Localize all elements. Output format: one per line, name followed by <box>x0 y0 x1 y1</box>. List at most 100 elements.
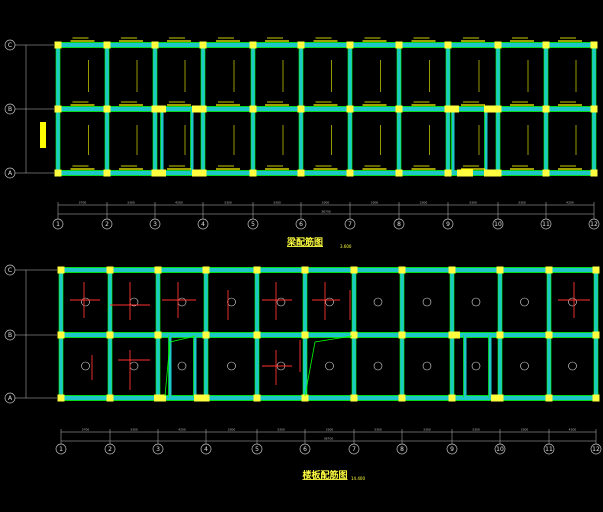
beam-plan-dimensions: 3700 3300 4200 3300 3300 3300 3300 3300 3300 3300… <box>57 201 595 217</box>
column <box>542 169 550 177</box>
column <box>395 41 403 49</box>
slab-mark-circle <box>81 297 90 307</box>
column <box>395 105 403 113</box>
column <box>545 394 553 402</box>
dimension-value: 3300 <box>273 201 281 205</box>
slab-mark-circle <box>520 361 529 371</box>
slab-plan-axis-bubbles: 1 2 3 4 5 6 7 8 9 10 11 12 <box>55 443 602 455</box>
column <box>253 266 261 274</box>
slab-plan-dimensions: 3700 3300 4200 3300 3300 3300 3300 3300 3300 3300… <box>60 428 597 444</box>
column <box>346 41 354 49</box>
column <box>199 41 207 49</box>
slab-mark-circle <box>177 361 187 371</box>
slab-mark-circle <box>227 361 236 371</box>
slab-mark-circle <box>422 297 432 307</box>
secondary-beam <box>451 109 455 173</box>
column <box>154 331 162 339</box>
dimension-value: 3300 <box>469 201 477 205</box>
slab-mark-circle <box>568 361 577 371</box>
axis-label: 2 <box>108 446 112 453</box>
dimension-value: 3300 <box>228 428 236 432</box>
axis-label: 12 <box>590 221 598 228</box>
column <box>484 105 496 113</box>
column <box>457 169 473 177</box>
column <box>592 394 600 402</box>
column <box>57 331 65 339</box>
dimension-value: 3300 <box>277 428 285 432</box>
secondary-beam <box>488 335 492 398</box>
column <box>398 394 406 402</box>
column <box>444 41 452 49</box>
left-beam-note <box>40 122 46 148</box>
column <box>301 331 309 339</box>
column <box>350 394 358 402</box>
row-label: B <box>8 332 12 339</box>
axis-label: 11 <box>542 221 550 228</box>
dimension-value: 4200 <box>569 428 577 432</box>
column <box>592 266 600 274</box>
beam-plan-elevation: 3.600 <box>340 244 352 249</box>
column <box>103 41 111 49</box>
column <box>54 41 62 49</box>
dimension-value: 3300 <box>423 428 431 432</box>
column <box>301 266 309 274</box>
axis-label: 10 <box>494 221 502 228</box>
column <box>253 331 261 339</box>
column <box>194 394 206 402</box>
column <box>542 105 550 113</box>
dimension-value: 3300 <box>518 201 526 205</box>
slab-mark-circle <box>422 361 432 371</box>
slab-mark-circle <box>568 297 577 307</box>
dimension-value: 3700 <box>82 428 90 432</box>
horizontal-beam <box>61 267 596 273</box>
slab-reinforcement-plan: 3700 3300 4200 3300 3300 3300 3300 3300 3300 3300… <box>4 264 602 481</box>
column <box>297 105 305 113</box>
slab-mark-circle <box>325 297 334 307</box>
column <box>202 266 210 274</box>
axis-label: 3 <box>153 221 157 228</box>
column <box>346 105 354 113</box>
column <box>590 169 598 177</box>
row-label: B <box>8 106 12 113</box>
dimension-value: 3300 <box>472 428 480 432</box>
beam-plan-title: 梁配筋图 <box>286 236 323 248</box>
dimension-value: 3300 <box>420 201 428 205</box>
slab-mark-circle <box>177 297 187 307</box>
column <box>491 394 503 402</box>
column <box>448 266 456 274</box>
column <box>484 169 496 177</box>
slab-plan-row-bubbles: C B A <box>4 264 57 404</box>
slab-mark-circle <box>276 297 286 307</box>
slab-mark-circle <box>129 361 139 371</box>
column <box>545 266 553 274</box>
axis-label: 5 <box>255 446 259 453</box>
dimension-value: 3300 <box>326 428 334 432</box>
slab-plan-rebar <box>70 282 590 397</box>
column <box>297 41 305 49</box>
slab-mark-circle <box>471 361 481 371</box>
axis-label: 1 <box>56 221 60 228</box>
dimension-value: 3300 <box>224 201 232 205</box>
secondary-beam <box>463 335 467 398</box>
column <box>590 105 598 113</box>
dimension-value: 4200 <box>566 201 574 205</box>
total-dimension-value: 36700 <box>324 437 334 441</box>
column <box>590 41 598 49</box>
slab-plan-title: 楼板配筋图 <box>302 469 347 481</box>
column <box>450 331 460 339</box>
column <box>57 266 65 274</box>
column <box>249 105 257 113</box>
beam-plan-grid <box>54 41 598 177</box>
column <box>398 266 406 274</box>
axis-label: 9 <box>450 446 454 453</box>
secondary-beam <box>484 109 488 173</box>
slab-mark-circle <box>471 297 481 307</box>
column <box>103 105 111 113</box>
dimension-value: 4200 <box>175 201 183 205</box>
column <box>202 331 210 339</box>
axis-label: 3 <box>156 446 160 453</box>
beam-reinforcement-plan: 3700 3300 4200 3300 3300 3300 3300 3300 3300 3300… <box>4 37 600 249</box>
column <box>496 266 504 274</box>
column <box>545 331 553 339</box>
column <box>103 169 111 177</box>
